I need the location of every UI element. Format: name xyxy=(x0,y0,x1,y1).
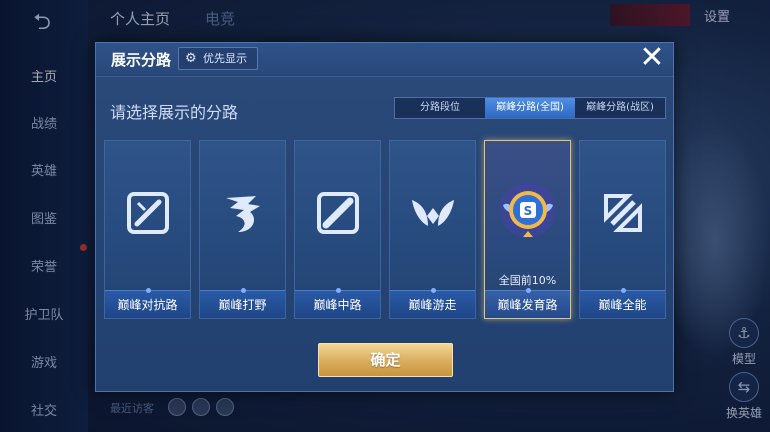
national-rank-badge-icon: S xyxy=(497,179,559,241)
dialog-title: 展示分路 xyxy=(111,51,172,69)
mid-lane-icon xyxy=(313,188,363,238)
lane-card-label: 巅峰对抗路 xyxy=(105,288,190,318)
section-title: 请选择展示的分路 xyxy=(110,103,239,122)
sword-lane-icon xyxy=(123,188,173,238)
priority-display-label: 优先显示 xyxy=(203,52,247,65)
lane-card-mid[interactable]: 巅峰中路 xyxy=(294,140,381,319)
lane-card-label: 巅峰发育路 xyxy=(485,288,570,318)
lane-card-top[interactable]: 巅峰对抗路 xyxy=(104,140,191,319)
allround-icon xyxy=(598,188,648,238)
lane-card-label: 巅峰全能 xyxy=(580,288,665,318)
svg-text:S: S xyxy=(524,204,533,218)
lane-card-roam[interactable]: 巅峰游走 xyxy=(389,140,476,319)
lane-card-label: 巅峰游走 xyxy=(390,288,475,318)
close-icon[interactable]: ✕ xyxy=(637,43,667,73)
lane-type-segmented-control: 分路段位 巅峰分路(全国) 巅峰分路(战区) xyxy=(394,97,666,119)
segment-peak-region[interactable]: 巅峰分路(战区) xyxy=(575,98,665,118)
display-lane-dialog: 展示分路 ⚙ 优先显示 ✕ 请选择展示的分路 分路段位 巅峰分路(全国) 巅峰分… xyxy=(95,42,674,392)
lane-card-label: 巅峰打野 xyxy=(200,288,285,318)
lane-card-jungle[interactable]: 巅峰打野 xyxy=(199,140,286,319)
wings-roam-icon xyxy=(408,188,458,238)
rank-percentile: 全国前10% xyxy=(498,274,557,287)
segment-lane-rank[interactable]: 分路段位 xyxy=(395,98,485,118)
confirm-button[interactable]: 确定 xyxy=(318,343,453,377)
lane-card-allround[interactable]: 巅峰全能 xyxy=(579,140,666,319)
segment-peak-national[interactable]: 巅峰分路(全国) xyxy=(485,98,575,118)
dialog-header: 展示分路 ⚙ 优先显示 ✕ xyxy=(96,43,673,77)
priority-display-button[interactable]: ⚙ 优先显示 xyxy=(178,47,258,70)
gear-icon: ⚙ xyxy=(185,51,197,66)
lane-card-label: 巅峰中路 xyxy=(295,288,380,318)
lane-card-farm[interactable]: S 全国前10% 巅峰发育路 xyxy=(484,140,571,319)
dragon-jungle-icon xyxy=(218,188,268,238)
